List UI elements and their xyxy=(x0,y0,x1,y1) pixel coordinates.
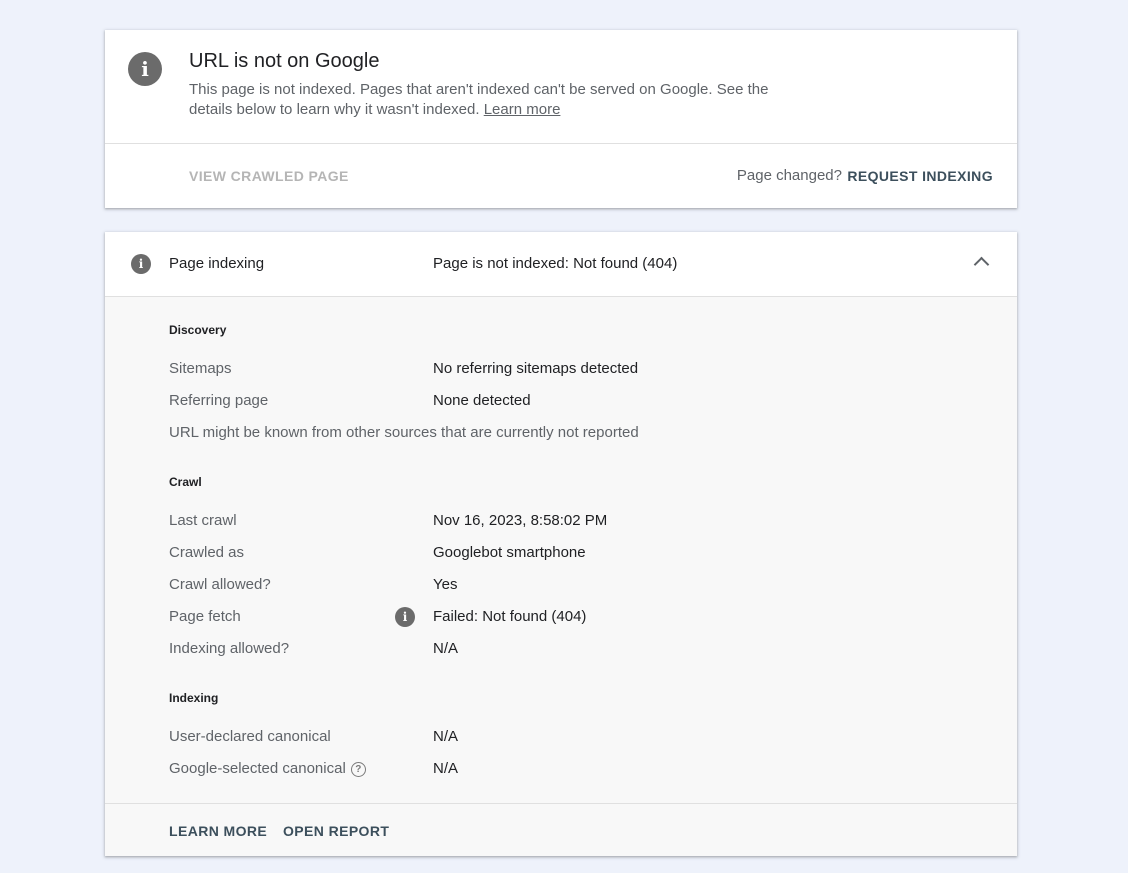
crawled-as-label: Crawled as xyxy=(169,544,245,561)
crawl-allowed-value: Yes xyxy=(433,576,458,593)
status-title: URL is not on Google xyxy=(189,50,380,72)
url-status-card: i URL is not on Google This page is not … xyxy=(105,30,1017,208)
info-icon: i xyxy=(131,254,151,274)
status-description: This page is not indexed. Pages that are… xyxy=(189,80,779,120)
section-title-indexing: Indexing xyxy=(169,691,219,705)
sitemaps-value: No referring sitemaps detected xyxy=(433,360,639,377)
user-canonical-value: N/A xyxy=(433,728,459,745)
last-crawl-value: Nov 16, 2023, 8:58:02 PM xyxy=(433,512,608,529)
status-description-text: This page is not indexed. Pages that are… xyxy=(189,81,769,118)
user-canonical-label: User-declared canonical xyxy=(169,728,331,745)
google-canonical-row-label: Google-selected canonical? xyxy=(169,760,366,777)
google-canonical-value: N/A xyxy=(433,760,459,777)
page-changed-label: Page changed? xyxy=(736,167,842,184)
view-crawled-page-button[interactable]: VIEW CRAWLED PAGE xyxy=(189,168,349,184)
status-actions: VIEW CRAWLED PAGE Page changed? REQUEST … xyxy=(105,144,1017,208)
crawled-as-value: Googlebot smartphone xyxy=(433,544,586,561)
indexing-allowed-label: Indexing allowed? xyxy=(169,640,290,657)
page-indexing-label: Page indexing xyxy=(169,255,265,272)
referring-page-label: Referring page xyxy=(169,392,269,409)
page-indexing-status: Page is not indexed: Not found (404) xyxy=(433,255,678,272)
info-icon: i xyxy=(128,52,162,86)
learn-more-button[interactable]: LEARN MORE xyxy=(169,823,267,839)
learn-more-link[interactable]: Learn more xyxy=(484,101,561,118)
status-summary: i URL is not on Google This page is not … xyxy=(105,30,1017,144)
google-canonical-label: Google-selected canonical xyxy=(169,760,346,777)
page-indexing-footer: LEARN MORE OPEN REPORT xyxy=(105,803,1017,857)
page-indexing-header[interactable]: i Page indexing Page is not indexed: Not… xyxy=(105,232,1017,297)
sitemaps-label: Sitemaps xyxy=(169,360,232,377)
page-indexing-card: i Page indexing Page is not indexed: Not… xyxy=(105,232,1017,856)
help-icon[interactable]: ? xyxy=(350,762,366,777)
section-title-crawl: Crawl xyxy=(169,475,202,489)
page-fetch-value: Failed: Not found (404) xyxy=(433,608,587,625)
section-title-discovery: Discovery xyxy=(169,323,227,337)
page-fetch-label: Page fetch xyxy=(169,608,241,625)
open-report-button[interactable]: OPEN REPORT xyxy=(283,823,389,839)
last-crawl-label: Last crawl xyxy=(169,512,237,529)
info-icon[interactable]: i xyxy=(395,607,415,627)
discovery-note: URL might be known from other sources th… xyxy=(169,424,639,441)
indexing-allowed-value: N/A xyxy=(433,640,459,657)
chevron-up-icon[interactable] xyxy=(973,256,990,273)
crawl-allowed-label: Crawl allowed? xyxy=(169,576,271,593)
referring-page-value: None detected xyxy=(433,392,531,409)
request-indexing-button[interactable]: REQUEST INDEXING xyxy=(847,168,993,184)
